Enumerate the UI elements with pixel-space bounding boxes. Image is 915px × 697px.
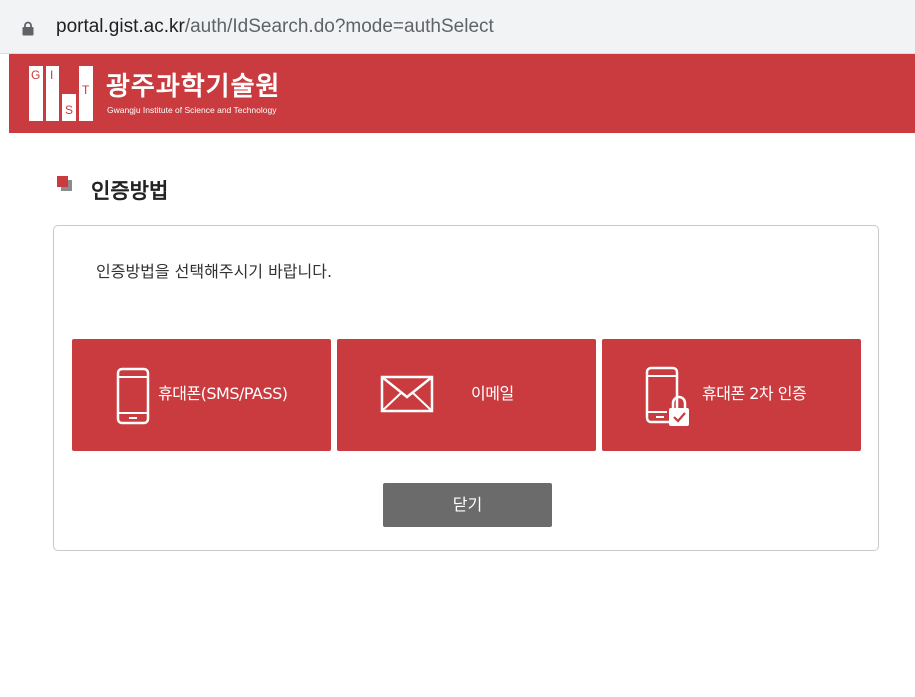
gist-logo[interactable]: G I S T [29,66,93,121]
auth-email-label: 이메일 [471,384,514,403]
logo-letter-i: I [50,68,54,82]
lock-icon [22,21,34,40]
logo-letter-g: G [31,68,41,82]
instruction-text: 인증방법을 선택해주시기 바랍니다. [96,262,333,281]
title-bullet-icon [57,176,73,192]
smartphone-icon [116,367,150,429]
url-host: portal.gist.ac.kr [56,16,185,37]
auth-phone-sms-label: 휴대폰(SMS/PASS) [158,384,288,403]
logo-cell-i: I [46,66,59,121]
auth-phone-sms-button[interactable]: 휴대폰(SMS/PASS) [72,339,331,451]
institution-name-en: Gwangju Institute of Science and Technol… [107,105,277,115]
close-button[interactable]: 닫기 [383,483,552,527]
logo-cell-t: T [79,66,93,121]
page-title: 인증방법 [91,179,169,203]
url-path: /auth/IdSearch.do?mode=authSelect [184,16,494,37]
url-text[interactable]: portal.gist.ac.kr/auth/IdSearch.do?mode=… [56,14,494,40]
auth-method-panel: 인증방법을 선택해주시기 바랍니다. 휴대폰(SMS/PASS) 이메일 휴대폰… [53,225,879,551]
site-header: G I S T 광주과학기술원 Gwangju Institute of Sci… [9,54,915,133]
logo-cell-s: S [62,94,76,121]
auth-email-button[interactable]: 이메일 [337,339,596,451]
logo-letter-s: S [65,103,74,117]
smartphone-lock-icon [645,366,693,432]
logo-letter-t: T [82,83,90,97]
logo-cell-g: G [29,66,43,121]
browser-address-bar[interactable]: portal.gist.ac.kr/auth/IdSearch.do?mode=… [0,0,915,54]
envelope-icon [380,375,434,417]
auth-phone-2fa-button[interactable]: 휴대폰 2차 인증 [602,339,861,451]
institution-name-ko: 광주과학기술원 [106,72,281,102]
auth-phone-2fa-label: 휴대폰 2차 인증 [702,384,807,403]
